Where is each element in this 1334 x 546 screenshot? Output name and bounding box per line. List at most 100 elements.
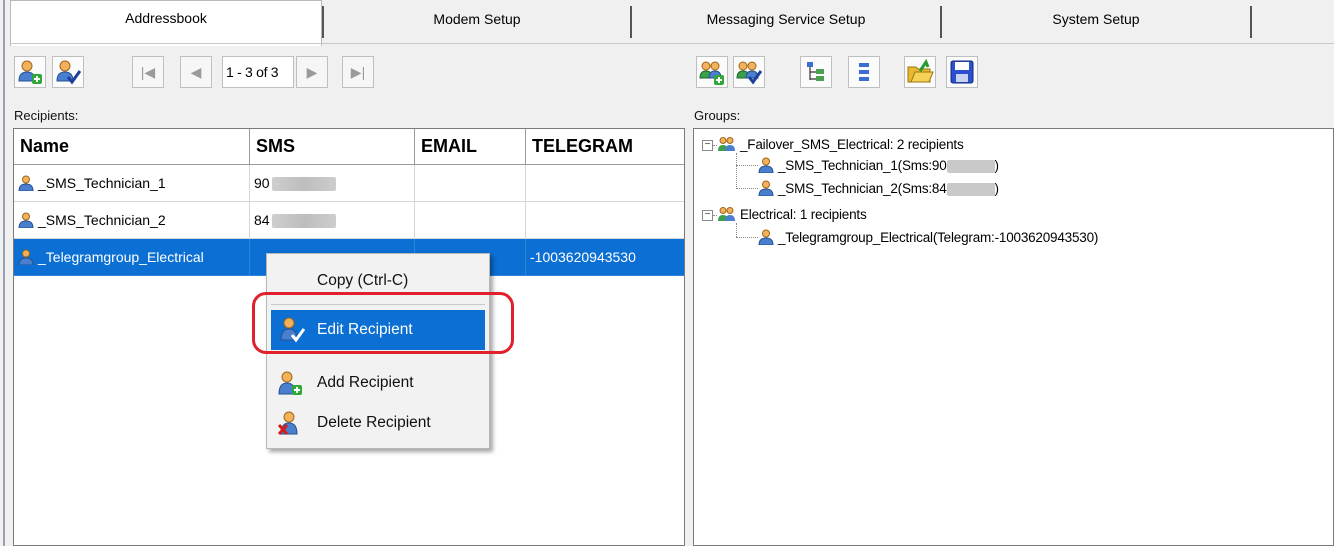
tree-connector bbox=[736, 165, 758, 166]
redacted-blur bbox=[946, 159, 995, 173]
tab-addressbook[interactable]: Addressbook bbox=[10, 0, 322, 46]
cell-email bbox=[415, 165, 526, 202]
add-recipient-button[interactable] bbox=[14, 56, 46, 88]
tree-connector bbox=[736, 153, 737, 189]
groups-label: Groups: bbox=[694, 108, 741, 123]
first-page-button[interactable]: |◀ bbox=[132, 56, 164, 88]
last-page-icon: ▶| bbox=[350, 63, 366, 80]
group-icon bbox=[718, 137, 735, 151]
add-user-icon bbox=[278, 371, 302, 395]
recipient-node-label: _SMS_Technician_1(Sms:90 bbox=[778, 158, 947, 173]
redacted-blur bbox=[271, 177, 336, 192]
tab-baseline bbox=[10, 43, 1334, 44]
edit-group-icon bbox=[736, 61, 762, 85]
tab-strip: Addressbook Modem Setup Messaging Servic… bbox=[0, 0, 1334, 46]
tree-recipient-node[interactable]: _Telegramgroup_Electrical(Telegram:-1003… bbox=[758, 229, 1098, 245]
pager-text: 1 - 3 of 3 bbox=[226, 64, 279, 80]
menu-item-delete-recipient[interactable]: Delete Recipient bbox=[269, 404, 487, 442]
user-icon bbox=[758, 180, 774, 196]
user-icon bbox=[18, 249, 34, 265]
first-page-icon: |◀ bbox=[140, 63, 156, 80]
cell-name: _Telegramgroup_Electrical bbox=[14, 239, 250, 276]
recipient-sms: 84 bbox=[254, 212, 270, 228]
recipients-label: Recipients: bbox=[14, 108, 79, 123]
menu-item-add-recipient[interactable]: Add Recipient bbox=[269, 364, 487, 402]
tree-connector bbox=[713, 215, 717, 216]
expand-tree-button[interactable] bbox=[800, 56, 832, 88]
column-header-email[interactable]: EMAIL bbox=[415, 129, 526, 165]
tree-connector bbox=[736, 188, 758, 189]
tab-label: Addressbook bbox=[125, 10, 207, 26]
table-row[interactable]: _SMS_Technician_1 90 bbox=[14, 165, 684, 202]
recipient-node-label: _Telegramgroup_Electrical(Telegram:-1003… bbox=[778, 230, 1099, 245]
tab-label: Messaging Service Setup bbox=[706, 11, 866, 27]
tab-system-setup[interactable]: System Setup bbox=[942, 0, 1250, 44]
collapse-tree-button[interactable] bbox=[848, 56, 880, 88]
tree-group-node[interactable]: Electrical: 1 recipients bbox=[718, 206, 867, 222]
cell-telegram bbox=[526, 202, 684, 239]
cell-sms: 90 bbox=[250, 165, 415, 202]
add-group-button[interactable] bbox=[696, 56, 728, 88]
tab-label: System Setup bbox=[1052, 11, 1140, 27]
cell-name: _SMS_Technician_2 bbox=[14, 202, 250, 239]
user-icon bbox=[758, 157, 774, 173]
tree-connector bbox=[736, 237, 758, 238]
column-header-name[interactable]: Name bbox=[14, 129, 250, 165]
edit-recipient-button[interactable] bbox=[52, 56, 84, 88]
menu-item-label: Copy (Ctrl-C) bbox=[317, 272, 409, 289]
menu-item-label: Delete Recipient bbox=[317, 414, 431, 431]
add-group-icon bbox=[699, 61, 724, 85]
tree-connector bbox=[736, 223, 737, 237]
window-edge bbox=[3, 0, 5, 546]
edit-group-button[interactable] bbox=[733, 56, 765, 88]
next-page-icon: ▶ bbox=[306, 63, 318, 80]
collapse-tree-icon bbox=[859, 63, 869, 81]
collapse-toggle[interactable]: − bbox=[702, 140, 713, 151]
recipient-node-suffix: ) bbox=[994, 181, 1000, 196]
menu-item-label: Add Recipient bbox=[317, 374, 414, 391]
tree-recipient-node[interactable]: _SMS_Technician_1(Sms:90) bbox=[758, 157, 999, 173]
open-file-button[interactable] bbox=[904, 56, 936, 88]
recipient-name: _Telegramgroup_Electrical bbox=[38, 249, 204, 265]
tab-messaging-service-setup[interactable]: Messaging Service Setup bbox=[632, 0, 940, 44]
user-icon bbox=[758, 229, 774, 245]
save-button[interactable] bbox=[946, 56, 978, 88]
cell-name: _SMS_Technician_1 bbox=[14, 165, 250, 202]
recipient-name: _SMS_Technician_1 bbox=[38, 175, 166, 191]
expand-tree-icon bbox=[807, 62, 824, 81]
last-page-button[interactable]: ▶| bbox=[342, 56, 374, 88]
tab-modem-setup[interactable]: Modem Setup bbox=[324, 0, 630, 44]
tree-connector bbox=[713, 145, 717, 146]
group-label: _Failover_SMS_Electrical: 2 recipients bbox=[740, 137, 964, 152]
recipient-sms: 90 bbox=[254, 175, 270, 191]
open-folder-icon bbox=[907, 59, 934, 83]
previous-page-icon: ◀ bbox=[190, 63, 202, 80]
column-header-sms[interactable]: SMS bbox=[250, 129, 415, 165]
pager-display: 1 - 3 of 3 bbox=[222, 56, 294, 88]
collapse-toggle[interactable]: − bbox=[702, 210, 713, 221]
tree-recipient-node[interactable]: _SMS_Technician_2(Sms:84) bbox=[758, 180, 999, 196]
cell-telegram bbox=[526, 165, 684, 202]
cell-sms: 84 bbox=[250, 202, 415, 239]
user-icon bbox=[18, 175, 34, 191]
user-icon bbox=[18, 212, 34, 228]
recipient-node-label: _SMS_Technician_2(Sms:84 bbox=[778, 181, 947, 196]
delete-user-icon bbox=[277, 411, 298, 435]
previous-page-button[interactable]: ◀ bbox=[180, 56, 212, 88]
redacted-blur bbox=[946, 182, 995, 196]
recipient-node-suffix: ) bbox=[994, 158, 1000, 173]
table-row[interactable]: _SMS_Technician_2 84 bbox=[14, 202, 684, 239]
annotation-highlight-oval bbox=[252, 292, 514, 354]
redacted-blur bbox=[271, 214, 336, 229]
edit-user-icon bbox=[56, 60, 81, 85]
group-label: Electrical: 1 recipients bbox=[740, 207, 867, 222]
tab-label: Modem Setup bbox=[433, 11, 521, 27]
add-user-icon bbox=[18, 60, 42, 84]
recipient-name: _SMS_Technician_2 bbox=[38, 212, 166, 228]
tree-group-node[interactable]: _Failover_SMS_Electrical: 2 recipients bbox=[718, 136, 964, 152]
tab-separator bbox=[1250, 6, 1252, 38]
next-page-button[interactable]: ▶ bbox=[296, 56, 328, 88]
cell-email bbox=[415, 202, 526, 239]
groups-tree[interactable]: − _Failover_SMS_Electrical: 2 recipients… bbox=[693, 128, 1334, 546]
column-header-telegram[interactable]: TELEGRAM bbox=[526, 129, 684, 165]
